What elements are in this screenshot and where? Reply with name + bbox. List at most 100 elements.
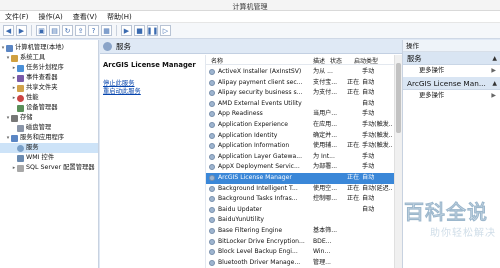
help-icon[interactable]: ? bbox=[88, 25, 99, 36]
refresh-icon[interactable]: ↻ bbox=[62, 25, 73, 36]
tree-item-performance[interactable]: ▸ 性能 bbox=[0, 93, 98, 103]
service-name: Application Identity bbox=[218, 131, 278, 139]
view-icon[interactable]: ▤ bbox=[49, 25, 60, 36]
service-row[interactable]: AMD External Events Utility 自动 bbox=[206, 99, 402, 110]
tree-root[interactable]: ▾ 计算机管理(本地) bbox=[0, 43, 98, 53]
tree-item-task-scheduler[interactable]: ▸ 任务计划程序 bbox=[0, 63, 98, 73]
title-bar: 计算机管理 bbox=[0, 0, 500, 11]
service-description: 为支付... bbox=[313, 89, 338, 97]
tree-item-sql[interactable]: ▸ SQL Server 配置管理器 bbox=[0, 163, 98, 173]
tree-item-device-manager[interactable]: 设备管理器 bbox=[0, 103, 98, 113]
forward-icon[interactable]: ▶ bbox=[16, 25, 27, 36]
tree-item-services[interactable]: 服务 bbox=[0, 143, 98, 153]
more-actions-item[interactable]: 更多操作 ▶ bbox=[403, 90, 500, 102]
tree-item-label: 性能 bbox=[26, 94, 39, 101]
service-name: Bluetooth Driver Manage... bbox=[218, 258, 301, 266]
storage-icon bbox=[11, 114, 18, 122]
service-row[interactable]: Application Identity 确定并... 手动(触发... bbox=[206, 131, 402, 142]
actions-section-label: 服务 bbox=[407, 54, 422, 63]
services-list-scrollbar[interactable] bbox=[394, 55, 402, 268]
column-header-name[interactable]: 名称 bbox=[211, 56, 223, 65]
actions-section-services[interactable]: 服务 ▲ bbox=[403, 52, 500, 65]
tree-root-label: 计算机管理(本地) bbox=[15, 44, 64, 51]
service-name: ActiveX Installer (AxInstSV) bbox=[218, 68, 302, 75]
service-name: ArcGIS License Manager bbox=[218, 173, 292, 181]
menu-view[interactable]: 查看(V) bbox=[68, 12, 102, 22]
column-header-status[interactable]: 状态 bbox=[330, 56, 342, 65]
stop-service-link[interactable]: 停止此服务 bbox=[103, 80, 202, 88]
service-row[interactable]: Application Experience 在应用... 手动(触发... bbox=[206, 120, 402, 131]
tree-item-shared-folders[interactable]: ▸ 共享文件夹 bbox=[0, 83, 98, 93]
console-icon[interactable]: ▦ bbox=[101, 25, 112, 36]
tree-item-storage[interactable]: ▾ 存储 bbox=[0, 113, 98, 123]
gear-icon bbox=[103, 42, 112, 51]
actions-section-selected-service[interactable]: ArcGIS License Man... ▲ bbox=[403, 77, 500, 90]
service-description: 为 Int... bbox=[313, 152, 335, 160]
service-gear-icon bbox=[209, 153, 215, 160]
tree-item-label: 服务和应用程序 bbox=[20, 134, 65, 141]
menu-action[interactable]: 操作(A) bbox=[34, 12, 68, 22]
service-status: 正在... bbox=[347, 78, 360, 86]
tree-item-label: 设备管理器 bbox=[26, 104, 58, 111]
more-actions-item[interactable]: 更多操作 ▶ bbox=[403, 65, 500, 77]
service-startup-type: 自动 bbox=[362, 99, 375, 107]
service-gear-icon bbox=[209, 206, 215, 213]
service-rows: ActiveX Installer (AxInstSV) 为从 ... 手动 Ali… bbox=[206, 67, 402, 268]
tree-item-disk-management[interactable]: 磁盘管理 bbox=[0, 123, 98, 133]
service-row[interactable]: Bluetooth Driver Manage... 管理... bbox=[206, 258, 402, 268]
service-row[interactable]: ActiveX Installer (AxInstSV) 为从 ... 手动 bbox=[206, 67, 402, 78]
scrollbar-thumb[interactable] bbox=[396, 63, 401, 133]
export-icon[interactable]: ⇪ bbox=[75, 25, 86, 36]
service-row[interactable]: Background Tasks Infras... 控制哪... 正在...自动 bbox=[206, 194, 402, 205]
column-header-description[interactable]: 描述 bbox=[313, 56, 325, 65]
service-row[interactable]: BaiduYunUtility bbox=[206, 215, 402, 226]
service-row[interactable]: Base Filtering Engine 基本筛... bbox=[206, 226, 402, 237]
service-description: 在应用... bbox=[313, 120, 338, 128]
service-startup-type: 手动(触发... bbox=[362, 131, 392, 139]
column-header-startup-type[interactable]: 启动类型 bbox=[354, 56, 378, 65]
folder-icon[interactable]: ▣ bbox=[36, 25, 47, 36]
actions-section-label: ArcGIS License Man... bbox=[407, 79, 486, 88]
service-row[interactable]: App Readiness 当用户... 手动 bbox=[206, 109, 402, 120]
menu-help[interactable]: 帮助(H) bbox=[102, 12, 137, 22]
tree-item-event-viewer[interactable]: ▸ 事件查看器 bbox=[0, 73, 98, 83]
service-row[interactable]: Baidu Updater 自动 bbox=[206, 205, 402, 216]
service-startup-type: 自动 bbox=[362, 195, 375, 203]
service-name: Alipay payment client sec... bbox=[218, 78, 303, 86]
toolbar: ◀ ▶ ▣ ▤ ↻ ⇪ ? ▦ ▶ ■ ❚❚ ▷ bbox=[0, 23, 500, 39]
service-description: 支付宝... bbox=[313, 78, 338, 86]
service-gear-icon bbox=[209, 259, 215, 266]
device-manager-icon bbox=[17, 104, 24, 112]
collapse-up-icon[interactable]: ▲ bbox=[492, 52, 497, 64]
chevron-right-icon: ▶ bbox=[491, 92, 496, 99]
service-status: 正在... bbox=[347, 173, 360, 181]
service-gear-icon bbox=[209, 249, 215, 256]
collapse-up-icon[interactable]: ▲ bbox=[492, 77, 497, 89]
service-name: Application Experience bbox=[218, 120, 288, 128]
service-name: Application Information bbox=[218, 142, 290, 150]
pause-icon[interactable]: ❚❚ bbox=[147, 25, 158, 36]
chevron-right-icon: ▶ bbox=[491, 67, 496, 74]
play-icon[interactable]: ▶ bbox=[121, 25, 132, 36]
tree-item-system-tools[interactable]: ▾ 系统工具 bbox=[0, 53, 98, 63]
service-row-selected[interactable]: ArcGIS License Manager 正在...自动 bbox=[206, 172, 402, 184]
service-startup-type: 手动 bbox=[362, 68, 375, 75]
service-row[interactable]: Application Layer Gatewa... 为 Int... 手动 bbox=[206, 152, 402, 163]
tree-item-services-apps[interactable]: ▾ 服务和应用程序 bbox=[0, 133, 98, 143]
service-row[interactable]: Application Information 使用辅... 正在...手动(触发.… bbox=[206, 141, 402, 152]
service-row[interactable]: BitLocker Drive Encryption... BDE... bbox=[206, 237, 402, 248]
toolbar-divider bbox=[116, 25, 117, 36]
restart-icon[interactable]: ▷ bbox=[160, 25, 171, 36]
service-name: Background Intelligent T... bbox=[218, 184, 298, 192]
tree-item-wmi[interactable]: WMI 控件 bbox=[0, 153, 98, 163]
stop-icon[interactable]: ■ bbox=[134, 25, 145, 36]
menu-file[interactable]: 文件(F) bbox=[0, 12, 34, 22]
service-row[interactable]: Block Level Backup Engi... Win... bbox=[206, 247, 402, 258]
service-row[interactable]: Alipay security business s... 为支付... 正在...… bbox=[206, 88, 402, 99]
restart-service-link[interactable]: 重启动此服务 bbox=[103, 88, 202, 96]
service-row[interactable]: Background Intelligent T... 使用空... 正在...自动… bbox=[206, 184, 402, 195]
back-icon[interactable]: ◀ bbox=[3, 25, 14, 36]
service-row[interactable]: AppX Deployment Servic... 为部署... 手动 bbox=[206, 162, 402, 173]
service-startup-type: 自动 bbox=[362, 205, 375, 213]
service-row[interactable]: Alipay payment client sec... 支付宝... 正在...自… bbox=[206, 78, 402, 89]
